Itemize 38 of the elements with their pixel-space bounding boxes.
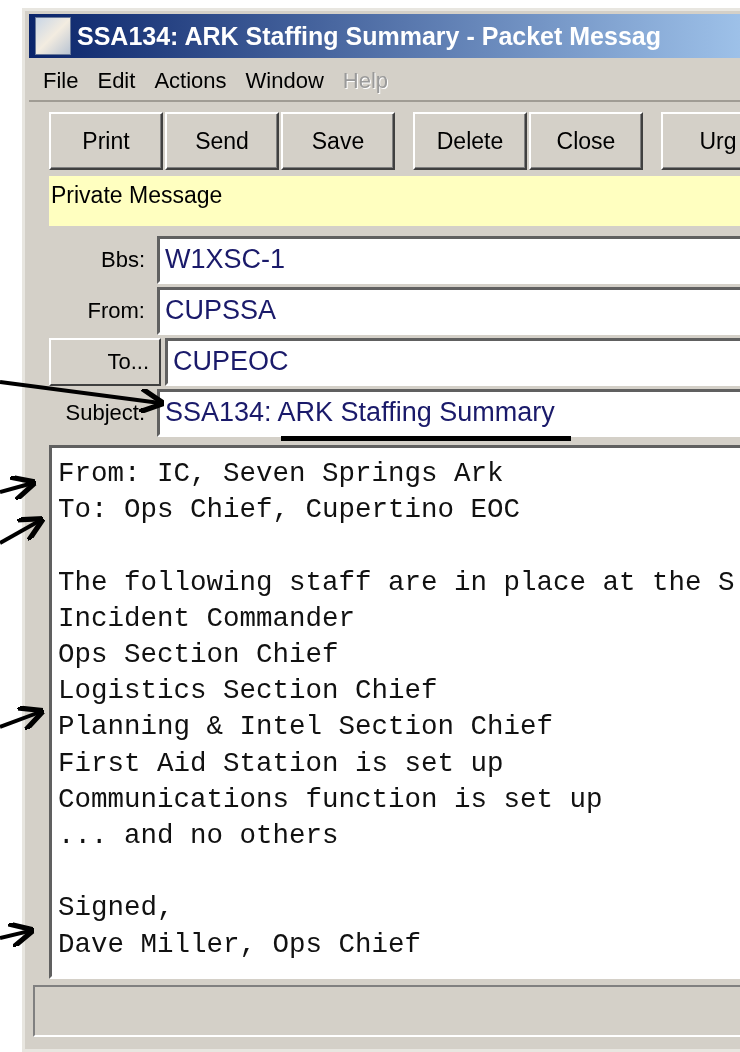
message-line: Ops Section Chief (58, 638, 340, 672)
toolbar-button[interactable]: Print (49, 112, 163, 170)
message-line: Dave Miller, Ops Chief (58, 927, 423, 962)
annotation-arrow (0, 474, 39, 503)
input-field[interactable]: SSA134: ARK Staffing Summary (157, 389, 740, 437)
menu-item[interactable]: Actions (148, 68, 240, 94)
message-line: Planning & Intel Section Chief (58, 710, 555, 745)
menu-item[interactable]: File (37, 68, 92, 94)
toolbar-button[interactable]: Urg (661, 112, 740, 170)
message-body-field[interactable] (49, 445, 740, 979)
app-icon (35, 17, 71, 55)
toolbar-button[interactable]: Save (281, 112, 395, 170)
input-field[interactable]: CUPEOC (165, 338, 740, 386)
message-line: The following staff are in place at the S (58, 565, 736, 600)
message-line: Signed, (58, 891, 175, 926)
annotation-arrow (0, 515, 47, 545)
private-message-banner: Private Message (49, 176, 740, 226)
menu-item[interactable]: Window (239, 68, 337, 94)
message-line: Incident Commander (58, 601, 357, 636)
menu-item[interactable]: Edit (91, 68, 149, 94)
annotation-arrow (0, 705, 47, 733)
message-line: To: Ops Chief, Cupertino EOC (58, 493, 522, 528)
message-line: Logistics Section Chief (58, 674, 439, 709)
input-field[interactable]: W1XSC-1 (157, 236, 740, 284)
field-label: Subject: (64, 400, 146, 426)
message-line: ... and no others (58, 819, 340, 853)
to-button[interactable]: To... (49, 338, 161, 386)
message-line: From: IC, Seven Springs Ark (58, 457, 505, 491)
input-field[interactable]: CUPSSA (157, 287, 740, 335)
annotation-arrow (0, 921, 37, 950)
toolbar-button[interactable]: Send (165, 112, 279, 170)
toolbar-button[interactable]: Delete (413, 112, 527, 170)
message-line: First Aid Station is set up (58, 746, 505, 781)
message-line: Communications function is set up (58, 782, 604, 817)
field-label: From: (86, 298, 146, 324)
toolbar-button[interactable]: Close (529, 112, 643, 170)
window-title: SSA134: ARK Staffing Summary - Packet Messag (77, 21, 661, 51)
field-label: Bbs: (99, 247, 146, 273)
